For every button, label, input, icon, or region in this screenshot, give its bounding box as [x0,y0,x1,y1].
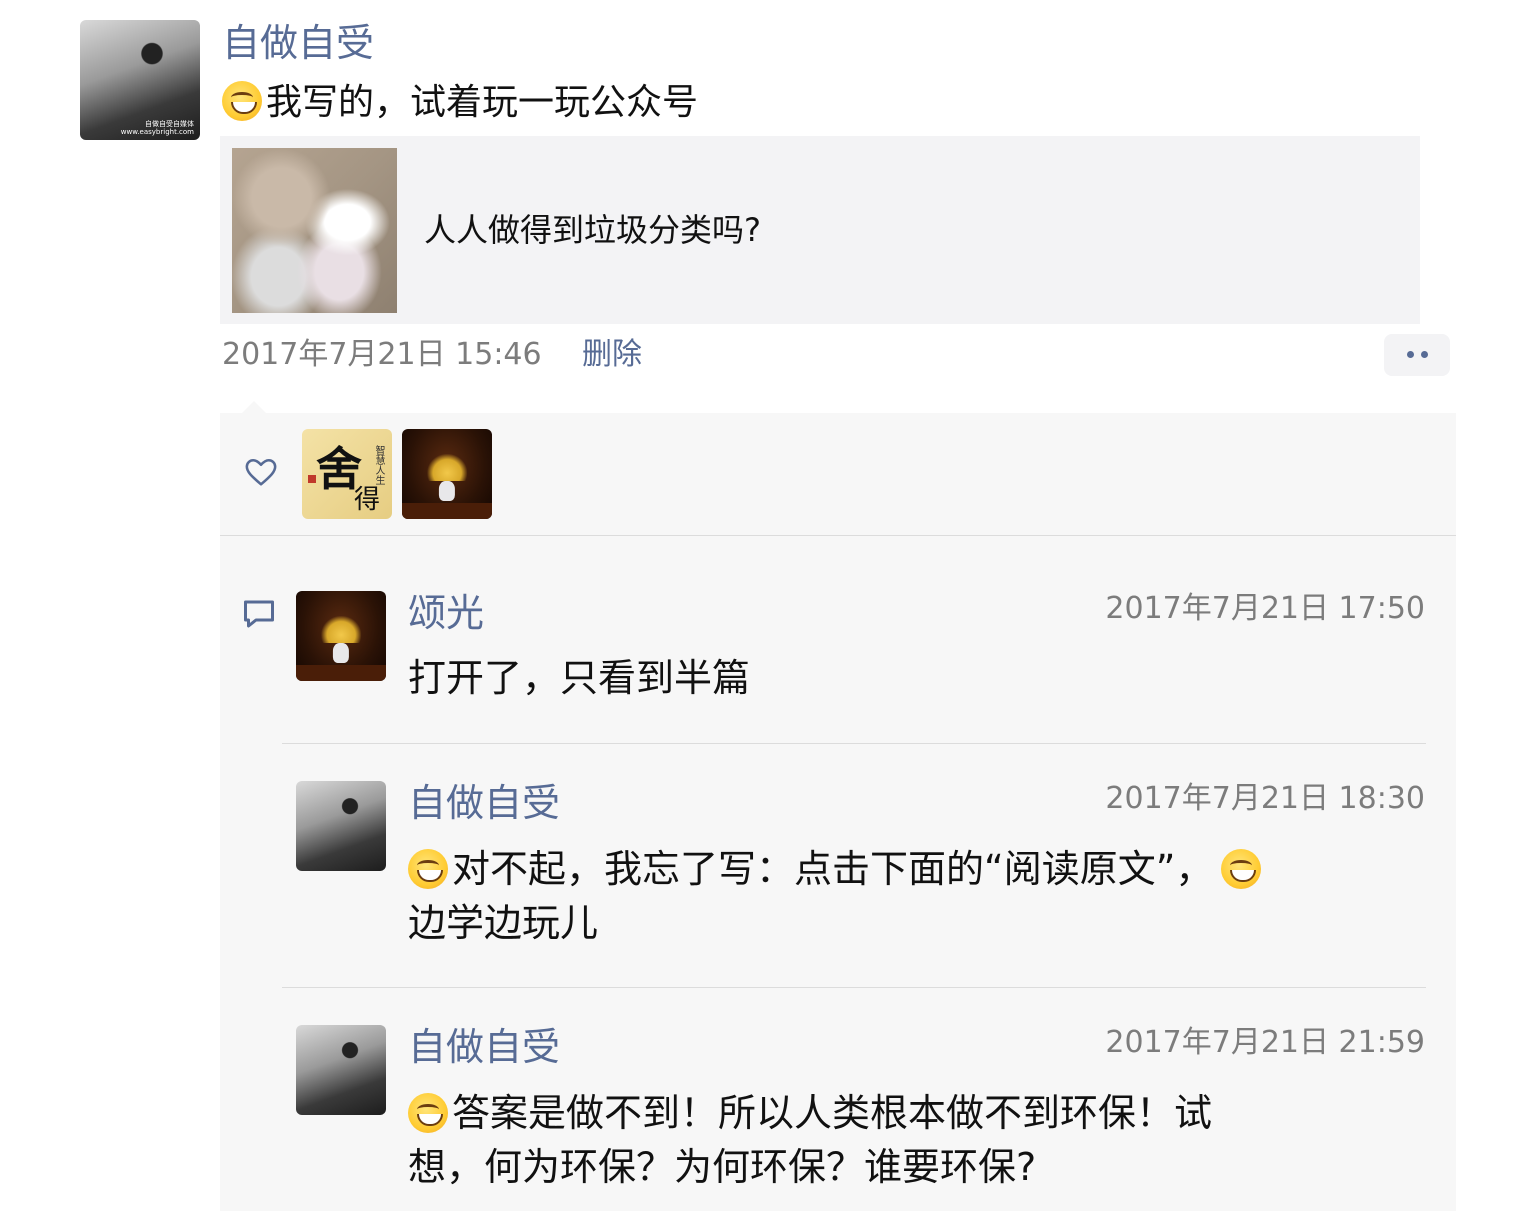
comment-avatar[interactable] [296,1025,386,1115]
post-author-avatar[interactable]: 自做自受自媒体 www.easybright.com [80,20,200,140]
comment-time: 2017年7月21日 21:59 [1105,1025,1425,1060]
shared-link-card[interactable]: 人人做得到垃圾分类吗? [220,136,1420,324]
more-dot-icon [1421,351,1428,358]
comment-icon [240,596,278,632]
avatar-caption: 自做自受自媒体 www.easybright.com [120,120,194,136]
comment-divider [282,743,1426,744]
seal-stamp [308,475,316,483]
comment-time: 2017年7月21日 17:50 [1105,591,1425,626]
post-timestamp: 2017年7月21日 15:46 [222,337,542,372]
delete-link[interactable]: 删除 [582,334,642,376]
grin-emoji-icon [1221,849,1262,889]
comment-author[interactable]: 颂光 [408,588,484,638]
post-author-name[interactable]: 自做自受 [222,18,374,68]
comment-text: 对不起，我忘了写：点击下面的“阅读原文”， 边学边玩儿 [408,842,1428,950]
comment-author[interactable]: 自做自受 [408,1022,560,1072]
heart-icon [244,456,278,490]
comment-area-pointer [242,401,266,413]
post-content: 我写的，试着玩一玩公众号 [222,78,698,128]
link-title: 人人做得到垃圾分类吗? [424,211,761,249]
link-thumbnail [232,148,397,313]
comment-divider [282,987,1426,988]
grin-emoji-icon [222,81,262,121]
comment-text: 打开了，只看到半篇 [408,656,751,700]
post-text: 我写的，试着玩一玩公众号 [266,82,699,123]
comment-time: 2017年7月21日 18:30 [1105,781,1425,816]
grin-emoji-icon [408,1093,448,1133]
more-options-button[interactable] [1384,334,1450,376]
calligraphy-side-text: 智慧人生 [373,445,384,485]
like-avatar-2[interactable] [402,429,492,519]
comment-author[interactable]: 自做自受 [408,778,560,828]
comment-text-line: 边学边玩儿 [408,901,599,945]
comment-text-line: 答案是做不到！所以人类根本做不到环保！试 [452,1091,1213,1135]
comment-avatar[interactable] [296,781,386,871]
like-avatar-1[interactable]: 舍 得 智慧人生 [302,429,392,519]
grin-emoji-icon [408,849,448,889]
comment-text: 答案是做不到！所以人类根本做不到环保！试 想，何为环保？为何环保？谁要环保? [408,1086,1428,1194]
more-dot-icon [1407,351,1414,358]
likes-divider [220,535,1456,536]
comment-text-line: 对不起，我忘了写：点击下面的“阅读原文”， [452,847,1214,891]
comment-avatar[interactable] [296,591,386,681]
comment-text-line: 想，何为环保？为何环保？谁要环保? [408,1145,1037,1189]
